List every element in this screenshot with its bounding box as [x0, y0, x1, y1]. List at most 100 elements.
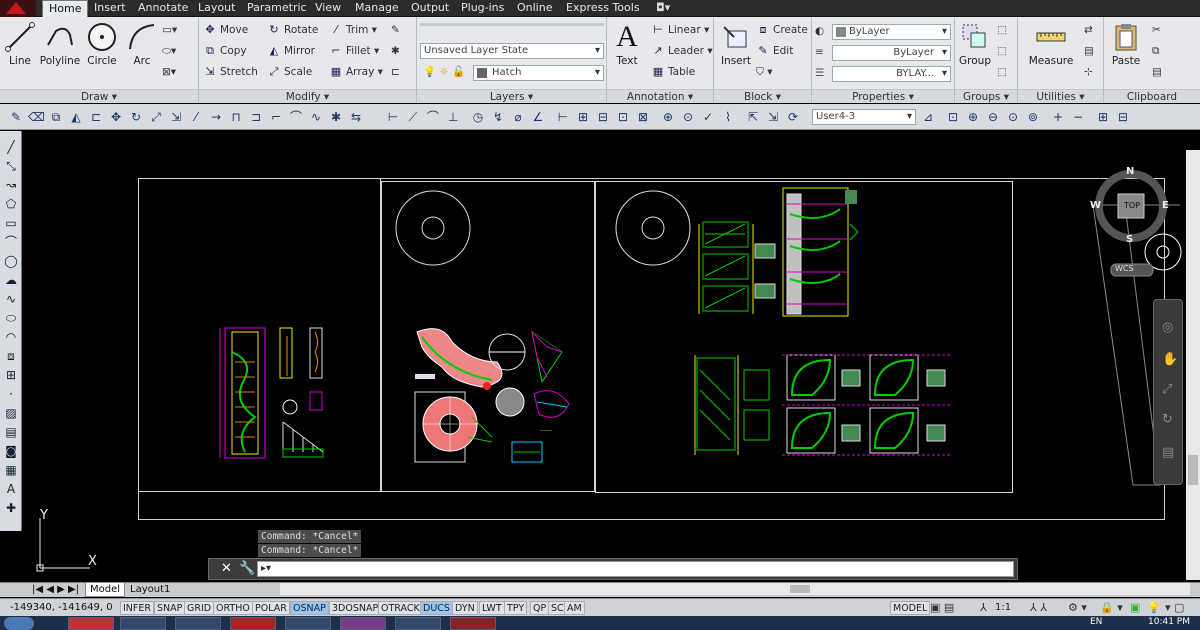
- compass-south[interactable]: S: [1126, 234, 1133, 245]
- layer-dropdown[interactable]: Hatch: [473, 65, 604, 81]
- annotation-visibility-icon[interactable]: ⅄ ⅄: [1030, 601, 1047, 614]
- linear-button[interactable]: ⊢ Linear ▾: [651, 21, 709, 39]
- layer-status-icons[interactable]: 💡 ☼ 🔓: [423, 63, 465, 81]
- status-toggle-snap[interactable]: SNAP: [154, 601, 186, 615]
- fillet-button[interactable]: ⌐ Fillet ▾: [329, 42, 379, 60]
- point-tool-icon[interactable]: ·: [3, 386, 19, 402]
- dim-ordinate-icon[interactable]: ⊥: [445, 109, 461, 125]
- tab-annotate[interactable]: Annotate: [132, 0, 194, 17]
- offset-toolbar-icon[interactable]: ⊏: [88, 109, 104, 125]
- orbit-icon[interactable]: ↻: [1162, 412, 1173, 427]
- status-toggle-polar[interactable]: POLAR: [252, 601, 290, 615]
- circle-tool-icon[interactable]: ◯: [3, 253, 19, 269]
- taskbar-app-chrome[interactable]: [68, 617, 114, 630]
- dim-radius-icon[interactable]: ◷: [470, 109, 486, 125]
- taskbar-app-autocad[interactable]: [175, 617, 221, 630]
- ellipse-arc-icon[interactable]: ◠: [3, 329, 19, 345]
- coordinates-readout[interactable]: -149340, -141649, 0: [10, 602, 113, 613]
- scale-toolbar-icon[interactable]: ⤢: [148, 109, 164, 125]
- taskbar-app-7[interactable]: [450, 617, 496, 630]
- tab-manage[interactable]: Manage: [349, 0, 405, 17]
- lineweight-dropdown[interactable]: BYLAY...: [832, 66, 951, 82]
- dim-update-icon[interactable]: ⟳: [785, 109, 801, 125]
- group-edit-icon[interactable]: ⬚: [997, 42, 1007, 60]
- zoom-in-icon[interactable]: +: [1050, 109, 1066, 125]
- zoom-icon[interactable]: ⤢: [1162, 382, 1172, 397]
- annotation-panel-title[interactable]: Annotation ▾: [607, 89, 713, 103]
- point-style-icon[interactable]: ⊹: [1084, 63, 1093, 81]
- tab-model[interactable]: Model: [85, 583, 126, 597]
- edit-toolbar-icon[interactable]: ⇆: [348, 109, 364, 125]
- break-toolbar-icon[interactable]: ⊓: [228, 109, 244, 125]
- fillet-toolbar-icon[interactable]: ⌒: [288, 109, 304, 125]
- vertical-scroll-thumb[interactable]: [1188, 455, 1198, 485]
- status-menu-icon[interactable]: ▾ ▢: [1165, 601, 1184, 614]
- zoom-object-icon[interactable]: ⊚: [1025, 109, 1041, 125]
- model-space-button[interactable]: MODEL: [890, 601, 931, 615]
- group-select-icon[interactable]: ⬚: [997, 63, 1007, 81]
- status-toggle-tpy[interactable]: TPY: [504, 601, 528, 615]
- status-toggle-ducs[interactable]: DUCS: [420, 601, 453, 615]
- id-point-icon[interactable]: ⇄: [1084, 21, 1093, 39]
- tab-layout1[interactable]: Layout1: [126, 583, 174, 597]
- zoom-out-icon[interactable]: −: [1070, 109, 1086, 125]
- stretch-button[interactable]: ⇲ Stretch: [203, 63, 257, 81]
- stretch-toolbar-icon[interactable]: ⇲: [168, 109, 184, 125]
- arc-button[interactable]: Arc: [122, 19, 162, 67]
- compass-east[interactable]: E: [1162, 200, 1169, 211]
- tab-view[interactable]: View: [309, 0, 347, 17]
- annotation-scale-value[interactable]: 1:1: [995, 602, 1011, 613]
- toolbar-lock-icon[interactable]: 🔒 ▾: [1100, 601, 1123, 614]
- customize-command-icon[interactable]: 🔧: [239, 561, 255, 576]
- erase-toolbar-icon[interactable]: ⌫: [28, 109, 45, 125]
- taskbar-app-5[interactable]: [340, 617, 386, 630]
- taskbar-app-6[interactable]: [395, 617, 441, 630]
- command-input[interactable]: ▸▾: [257, 561, 1014, 577]
- trim-button[interactable]: ⁄ Trim ▾: [329, 21, 377, 39]
- quick-calc-icon[interactable]: ▤: [1084, 42, 1094, 60]
- language-indicator[interactable]: EN: [1090, 617, 1102, 627]
- construction-line-icon[interactable]: ⤡: [3, 158, 19, 174]
- explode-toolbar-icon[interactable]: ✱: [328, 109, 344, 125]
- tab-layout[interactable]: Layout: [192, 0, 241, 17]
- dim-jogged-icon[interactable]: ↯: [490, 109, 506, 125]
- tab-online[interactable]: Online: [511, 0, 558, 17]
- inspect-icon[interactable]: ✓: [700, 109, 716, 125]
- copy-button[interactable]: ⧉ Copy: [203, 42, 247, 60]
- zoom-center-icon[interactable]: ⊙: [1005, 109, 1021, 125]
- status-toggle-osnap[interactable]: OSNAP: [290, 601, 329, 615]
- start-button[interactable]: [4, 617, 34, 630]
- blend-toolbar-icon[interactable]: ∿: [308, 109, 324, 125]
- workspace-switch-icon[interactable]: ⚙ ▾: [1068, 601, 1087, 614]
- status-toggle-qp[interactable]: QP: [530, 601, 550, 615]
- paste-button[interactable]: Paste: [1106, 19, 1146, 67]
- modify-panel-title[interactable]: Modify ▾: [199, 89, 416, 103]
- revision-cloud-icon[interactable]: ☁: [3, 272, 19, 288]
- utilities-panel-title[interactable]: Utilities ▾: [1018, 89, 1103, 103]
- status-toggle-3dosnap[interactable]: 3DOSNAP: [329, 601, 382, 615]
- tab-output[interactable]: Output: [405, 0, 455, 17]
- hardware-acceleration-icon[interactable]: ▣: [1130, 601, 1140, 614]
- gradient-icon[interactable]: ⊠▾: [162, 63, 176, 81]
- dim-linear-icon[interactable]: ⊢: [385, 109, 401, 125]
- block-attributes-icon[interactable]: ⛉ ▾: [756, 63, 772, 81]
- layers-panel-title[interactable]: Layers ▾: [417, 89, 606, 103]
- zoom-window-icon[interactable]: ⊡: [945, 109, 961, 125]
- jogged-linear-icon[interactable]: ⌇: [720, 109, 736, 125]
- match-icon[interactable]: ▤: [1152, 63, 1162, 81]
- match-properties-icon[interactable]: ◐: [815, 22, 824, 40]
- taskbar-app-pdf[interactable]: [230, 617, 276, 630]
- chamfer-toolbar-icon[interactable]: ⌐: [268, 109, 284, 125]
- status-toggle-dyn[interactable]: DYN: [452, 601, 478, 615]
- status-toggle-infer[interactable]: INFER: [120, 601, 154, 615]
- color-dropdown[interactable]: ByLayer: [832, 24, 951, 40]
- draw-panel-title[interactable]: Draw ▾: [0, 89, 198, 103]
- taskbar-app-explorer[interactable]: [120, 617, 166, 630]
- taskbar-app-4[interactable]: [285, 617, 331, 630]
- copy-toolbar-icon[interactable]: ⧉: [48, 109, 64, 125]
- status-toggle-otrack[interactable]: OTRACK: [378, 601, 423, 615]
- polyline-button[interactable]: Polyline: [38, 19, 82, 67]
- zoom-dynamic-icon[interactable]: ⊕: [965, 109, 981, 125]
- table-button[interactable]: ▦ Table: [651, 63, 695, 81]
- hatch-tool-icon[interactable]: ▨: [3, 405, 19, 421]
